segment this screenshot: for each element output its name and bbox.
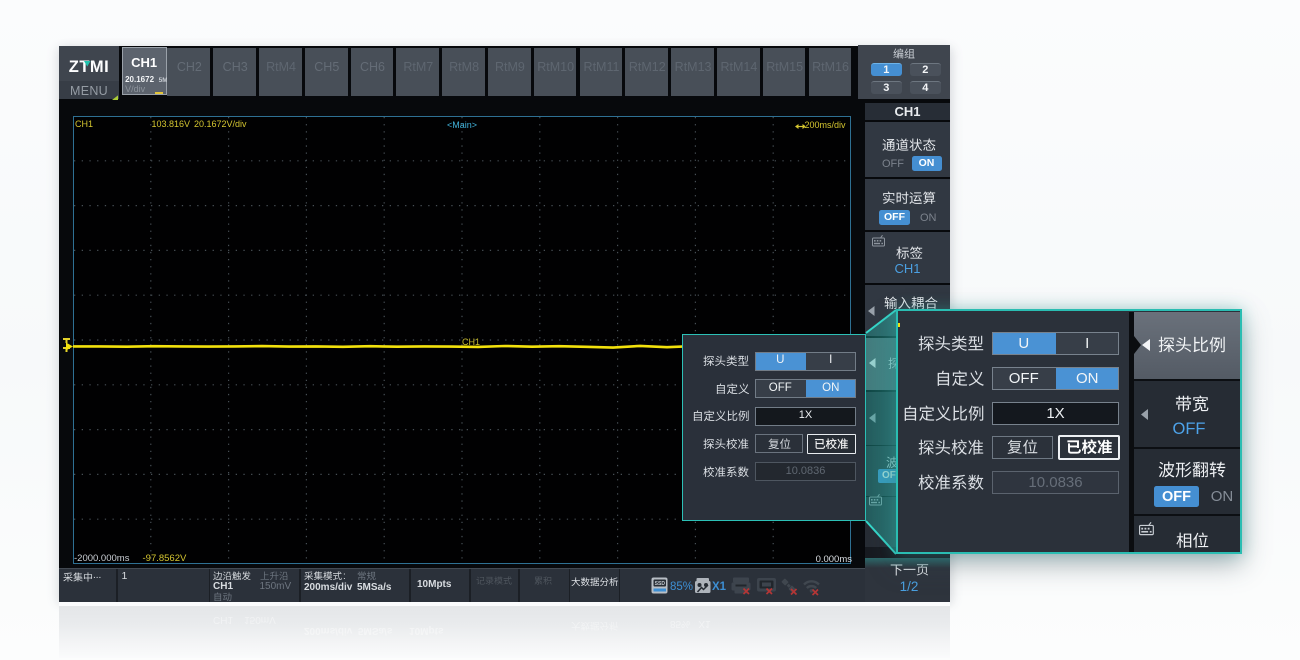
svg-text:SSD: SSD	[655, 581, 666, 587]
